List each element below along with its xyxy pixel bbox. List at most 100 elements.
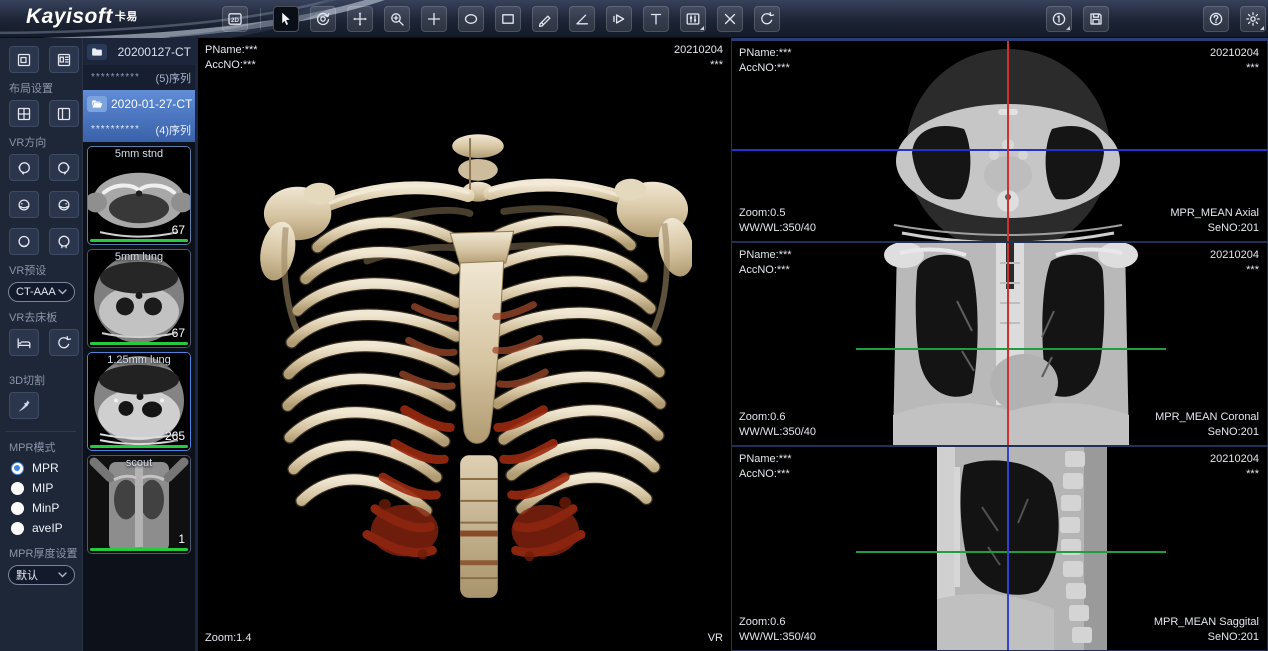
output-tool-group xyxy=(1046,6,1109,32)
image-count: 1 xyxy=(178,532,185,546)
toolbar-separator xyxy=(260,8,261,30)
load-progress-bar xyxy=(90,239,188,242)
axial-reference-line[interactable] xyxy=(856,348,1166,350)
thumbnail-label: 5mm stnd xyxy=(88,148,190,160)
2d-vr-toggle-button[interactable]: 2D xyxy=(222,6,248,32)
mpr-mode-option-aveip[interactable]: aveIP xyxy=(11,521,82,535)
vr-orientation-anterior-button[interactable] xyxy=(49,228,79,255)
load-progress-bar xyxy=(90,342,188,345)
save-image-button[interactable] xyxy=(1083,6,1109,32)
vr-orientation-right-button[interactable] xyxy=(49,154,79,181)
series-thumbnail[interactable]: 5mm lung67 xyxy=(87,249,191,348)
coronal-reference-line[interactable] xyxy=(1007,447,1009,650)
mpr-mode-option-minp[interactable]: MinP xyxy=(11,501,82,515)
coronal-viewport[interactable]: PName:*** AccNO:*** 20210204 *** Zoom:0.… xyxy=(731,242,1268,446)
layout-left-pane-button[interactable] xyxy=(49,100,79,127)
scalpel-cut-button[interactable] xyxy=(9,392,39,419)
info-overlay-button[interactable] xyxy=(1046,6,1072,32)
axial-overlay-topleft: PName:*** AccNO:*** xyxy=(739,46,792,76)
sagittal-viewport[interactable]: PName:*** AccNO:*** 20210204 *** Zoom:0.… xyxy=(731,446,1268,651)
crosshair-tool[interactable] xyxy=(421,6,447,32)
vr-preset-dropdown[interactable]: CT-AAA xyxy=(8,282,75,302)
series-count: (5)序列 xyxy=(156,70,191,86)
vr-orientation-left-button[interactable] xyxy=(9,154,39,181)
pan-tool[interactable] xyxy=(347,6,373,32)
zoom-tool[interactable] xyxy=(384,6,410,32)
chevron-down-icon xyxy=(58,289,67,295)
zoom-level: Zoom:1.4 xyxy=(205,631,251,646)
vr-overlay-topleft: PName:*** AccNO:*** xyxy=(205,43,258,73)
axial-overlay-bottomleft: Zoom:0.5 WW/WL:350/40 xyxy=(739,206,816,236)
mpr-mode-option-mpr[interactable]: MPR xyxy=(11,461,82,475)
help-button[interactable] xyxy=(1203,6,1229,32)
image-count: 67 xyxy=(172,326,185,340)
restore-bed-button[interactable] xyxy=(49,329,79,356)
single-view-layout-button[interactable] xyxy=(9,46,39,73)
mpr-mode-option-mip[interactable]: MIP xyxy=(11,481,82,495)
view-label: MPR_MEAN Axial xyxy=(1170,206,1259,221)
vr-viewport[interactable]: PName:*** AccNO:*** 20210204 *** Zoom:1.… xyxy=(197,38,731,651)
coronal-overlay-topleft: PName:*** AccNO:*** xyxy=(739,248,792,278)
wwwl-tool[interactable] xyxy=(680,6,706,32)
angle-tool[interactable] xyxy=(569,6,595,32)
rotate-3d-tool[interactable] xyxy=(310,6,336,32)
view-label: MPR_MEAN Coronal xyxy=(1155,410,1259,425)
patient-name: PName:*** xyxy=(205,43,258,58)
pointer-tool[interactable] xyxy=(273,6,299,32)
mpr-thickness-dropdown[interactable]: 默认 xyxy=(8,565,75,585)
settings-button[interactable] xyxy=(1240,6,1266,32)
mpr-thickness-value: 默认 xyxy=(16,567,38,583)
sidebar-divider xyxy=(6,431,76,432)
delete-annotation-tool[interactable] xyxy=(717,6,743,32)
study-date: 20210204 xyxy=(1210,452,1259,467)
vr-orientation-anterior-tilt-button[interactable] xyxy=(9,191,39,218)
series-thumbnail[interactable]: 1.25mm lung265 xyxy=(87,352,191,451)
coronal-overlay-topright: 20210204 *** xyxy=(1210,248,1259,278)
svg-text:2D: 2D xyxy=(231,17,239,24)
vr-overlay-bottomright: VR xyxy=(708,631,723,646)
sagittal-reference-line[interactable] xyxy=(1007,243,1009,445)
study-title: 2020-01-27-CT xyxy=(111,97,192,111)
axial-reference-line[interactable] xyxy=(856,551,1166,553)
vr-preset-value: CT-AAA xyxy=(16,286,56,298)
masked-value: *** xyxy=(1210,61,1259,76)
main-tool-group: 2D xyxy=(222,6,780,32)
series-thumbnail[interactable]: 5mm stnd67 xyxy=(87,146,191,245)
sagittal-overlay-bottomright: MPR_MEAN Saggital SeNO:201 xyxy=(1154,615,1259,645)
vr-orientation-posterior-button[interactable] xyxy=(9,228,39,255)
left-sidebar: 布局设置 VR方向 VR预设 CT-AAA VR去床板 3D切割 MPR模式 M… xyxy=(0,38,83,651)
remove-bed-button[interactable] xyxy=(9,329,39,356)
load-progress-bar xyxy=(90,548,188,551)
folder-closed-icon xyxy=(87,44,107,60)
coronal-reference-line[interactable] xyxy=(732,149,1267,151)
sagittal-overlay-topleft: PName:*** AccNO:*** xyxy=(739,452,792,482)
series-number: SeNO:201 xyxy=(1155,425,1259,440)
radio-label: MIP xyxy=(32,481,53,495)
zoom-level: Zoom:0.6 xyxy=(739,410,816,425)
sagittal-reference-line[interactable] xyxy=(1007,41,1009,241)
view-buttons-grid xyxy=(0,46,83,73)
accession-number: AccNO:*** xyxy=(205,58,258,73)
axial-viewport[interactable]: PName:*** AccNO:*** 20210204 *** Zoom:0.… xyxy=(731,38,1268,242)
study-item[interactable]: 2020-01-27-CT **********(4)序列 xyxy=(83,90,197,142)
thumbnail-label: scout xyxy=(88,457,190,469)
thumbnail-label: 1.25mm lung xyxy=(88,354,190,366)
layout-grid-2x2-button[interactable] xyxy=(9,100,39,127)
ellipse-roi-tool[interactable] xyxy=(458,6,484,32)
accession-number: AccNO:*** xyxy=(739,263,792,278)
layout-section-label: 布局设置 xyxy=(9,80,82,96)
patient-name: PName:*** xyxy=(739,248,792,263)
text-annotation-tool[interactable] xyxy=(643,6,669,32)
vr-ribcage-rendering xyxy=(256,130,692,616)
vr-orientation-posterior-tilt-button[interactable] xyxy=(49,191,79,218)
study-row-meta: **********(4)序列 xyxy=(83,117,197,142)
study-item[interactable]: 20200127-CT**********(5)序列 xyxy=(83,38,197,90)
reset-view-tool[interactable] xyxy=(754,6,780,32)
series-thumbnail[interactable]: scout 1 xyxy=(87,455,191,554)
view-type-label: VR xyxy=(708,631,723,646)
report-panel-button[interactable] xyxy=(49,46,79,73)
study-row-title: 2020-01-27-CT xyxy=(83,90,197,117)
arrow-annotation-tool[interactable] xyxy=(606,6,632,32)
measure-line-tool[interactable] xyxy=(532,6,558,32)
rect-roi-tool[interactable] xyxy=(495,6,521,32)
